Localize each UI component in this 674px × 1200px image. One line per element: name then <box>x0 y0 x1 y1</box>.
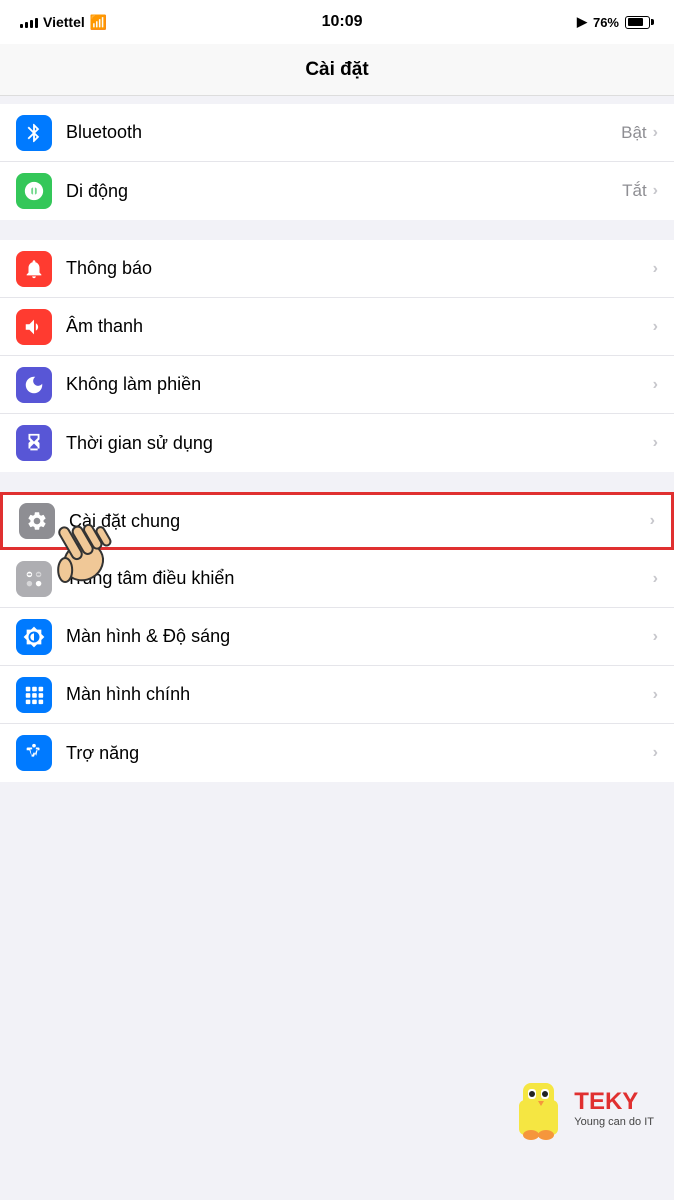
screentime-chevron: › <box>653 434 658 452</box>
settings-item-dnd[interactable]: Không làm phiền › <box>0 356 674 414</box>
bluetooth-value: Bật <box>621 123 647 143</box>
mascot-icon <box>511 1075 566 1140</box>
divider-2 <box>0 472 674 492</box>
status-right: ▶ 76% <box>577 14 654 30</box>
accessibility-label: Trợ năng <box>66 743 653 764</box>
carrier-name: Viettel <box>43 14 85 30</box>
bluetooth-chevron: › <box>653 124 658 142</box>
watermark: TEKY Young can do IT <box>511 1075 654 1140</box>
sounds-chevron: › <box>653 318 658 336</box>
sounds-icon <box>16 309 52 345</box>
nav-bar: Cài đặt <box>0 44 674 96</box>
bluetooth-label: Bluetooth <box>66 122 621 143</box>
mobile-value: Tắt <box>622 181 647 201</box>
mobile-icon <box>16 173 52 209</box>
settings-item-controlcenter[interactable]: Trung tâm điều khiển › <box>0 550 674 608</box>
signal-bar-3 <box>30 20 33 28</box>
signal-bars <box>20 16 38 28</box>
location-icon: ▶ <box>577 14 587 30</box>
homescreen-chevron: › <box>653 686 658 704</box>
settings-item-sounds[interactable]: Âm thanh › <box>0 298 674 356</box>
display-label: Màn hình & Độ sáng <box>66 626 653 647</box>
notifications-chevron: › <box>653 260 658 278</box>
settings-item-mobile[interactable]: Di động Tắt › <box>0 162 674 220</box>
status-left: Viettel 📶 <box>20 14 107 31</box>
screentime-icon <box>16 425 52 461</box>
wifi-icon: 📶 <box>90 14 107 31</box>
page-title: Cài đặt <box>305 59 368 81</box>
settings-item-accessibility[interactable]: Trợ năng › <box>0 724 674 782</box>
controlcenter-chevron: › <box>653 570 658 588</box>
sounds-label: Âm thanh <box>66 316 653 337</box>
dnd-chevron: › <box>653 376 658 394</box>
signal-bar-2 <box>25 22 28 28</box>
mobile-chevron: › <box>653 182 658 200</box>
status-time: 10:09 <box>322 13 363 31</box>
notifications-icon <box>16 251 52 287</box>
battery-icon <box>625 16 654 29</box>
settings-group-2: Thông báo › Âm thanh › Không làm phiền ›… <box>0 240 674 472</box>
mobile-label: Di động <box>66 181 622 202</box>
settings-item-bluetooth[interactable]: Bluetooth Bật › <box>0 104 674 162</box>
battery-percent: 76% <box>593 15 619 30</box>
settings-item-screentime[interactable]: Thời gian sử dụng › <box>0 414 674 472</box>
homescreen-label: Màn hình chính <box>66 684 653 705</box>
controlcenter-label: Trung tâm điều khiển <box>66 568 653 589</box>
settings-item-general[interactable]: Cài đặt chung › <box>0 492 674 550</box>
screentime-label: Thời gian sử dụng <box>66 433 653 454</box>
settings-item-display[interactable]: Màn hình & Độ sáng › <box>0 608 674 666</box>
status-bar: Viettel 📶 10:09 ▶ 76% <box>0 0 674 44</box>
settings-group-3: Cài đặt chung › Trung tâm điều khiển › M… <box>0 492 674 782</box>
bluetooth-icon <box>16 115 52 151</box>
dnd-icon <box>16 367 52 403</box>
accessibility-icon <box>16 735 52 771</box>
homescreen-icon <box>16 677 52 713</box>
general-chevron: › <box>650 512 655 530</box>
accessibility-chevron: › <box>653 744 658 762</box>
general-label: Cài đặt chung <box>69 511 650 532</box>
settings-item-homescreen[interactable]: Màn hình chính › <box>0 666 674 724</box>
dnd-label: Không làm phiền <box>66 374 653 395</box>
divider-1 <box>0 220 674 240</box>
general-icon <box>19 503 55 539</box>
display-icon <box>16 619 52 655</box>
controlcenter-icon <box>16 561 52 597</box>
settings-group-1: Bluetooth Bật › Di động Tắt › <box>0 104 674 220</box>
display-chevron: › <box>653 628 658 646</box>
notifications-label: Thông báo <box>66 258 653 279</box>
settings-item-notifications[interactable]: Thông báo › <box>0 240 674 298</box>
signal-bar-4 <box>35 18 38 28</box>
signal-bar-1 <box>20 24 23 28</box>
